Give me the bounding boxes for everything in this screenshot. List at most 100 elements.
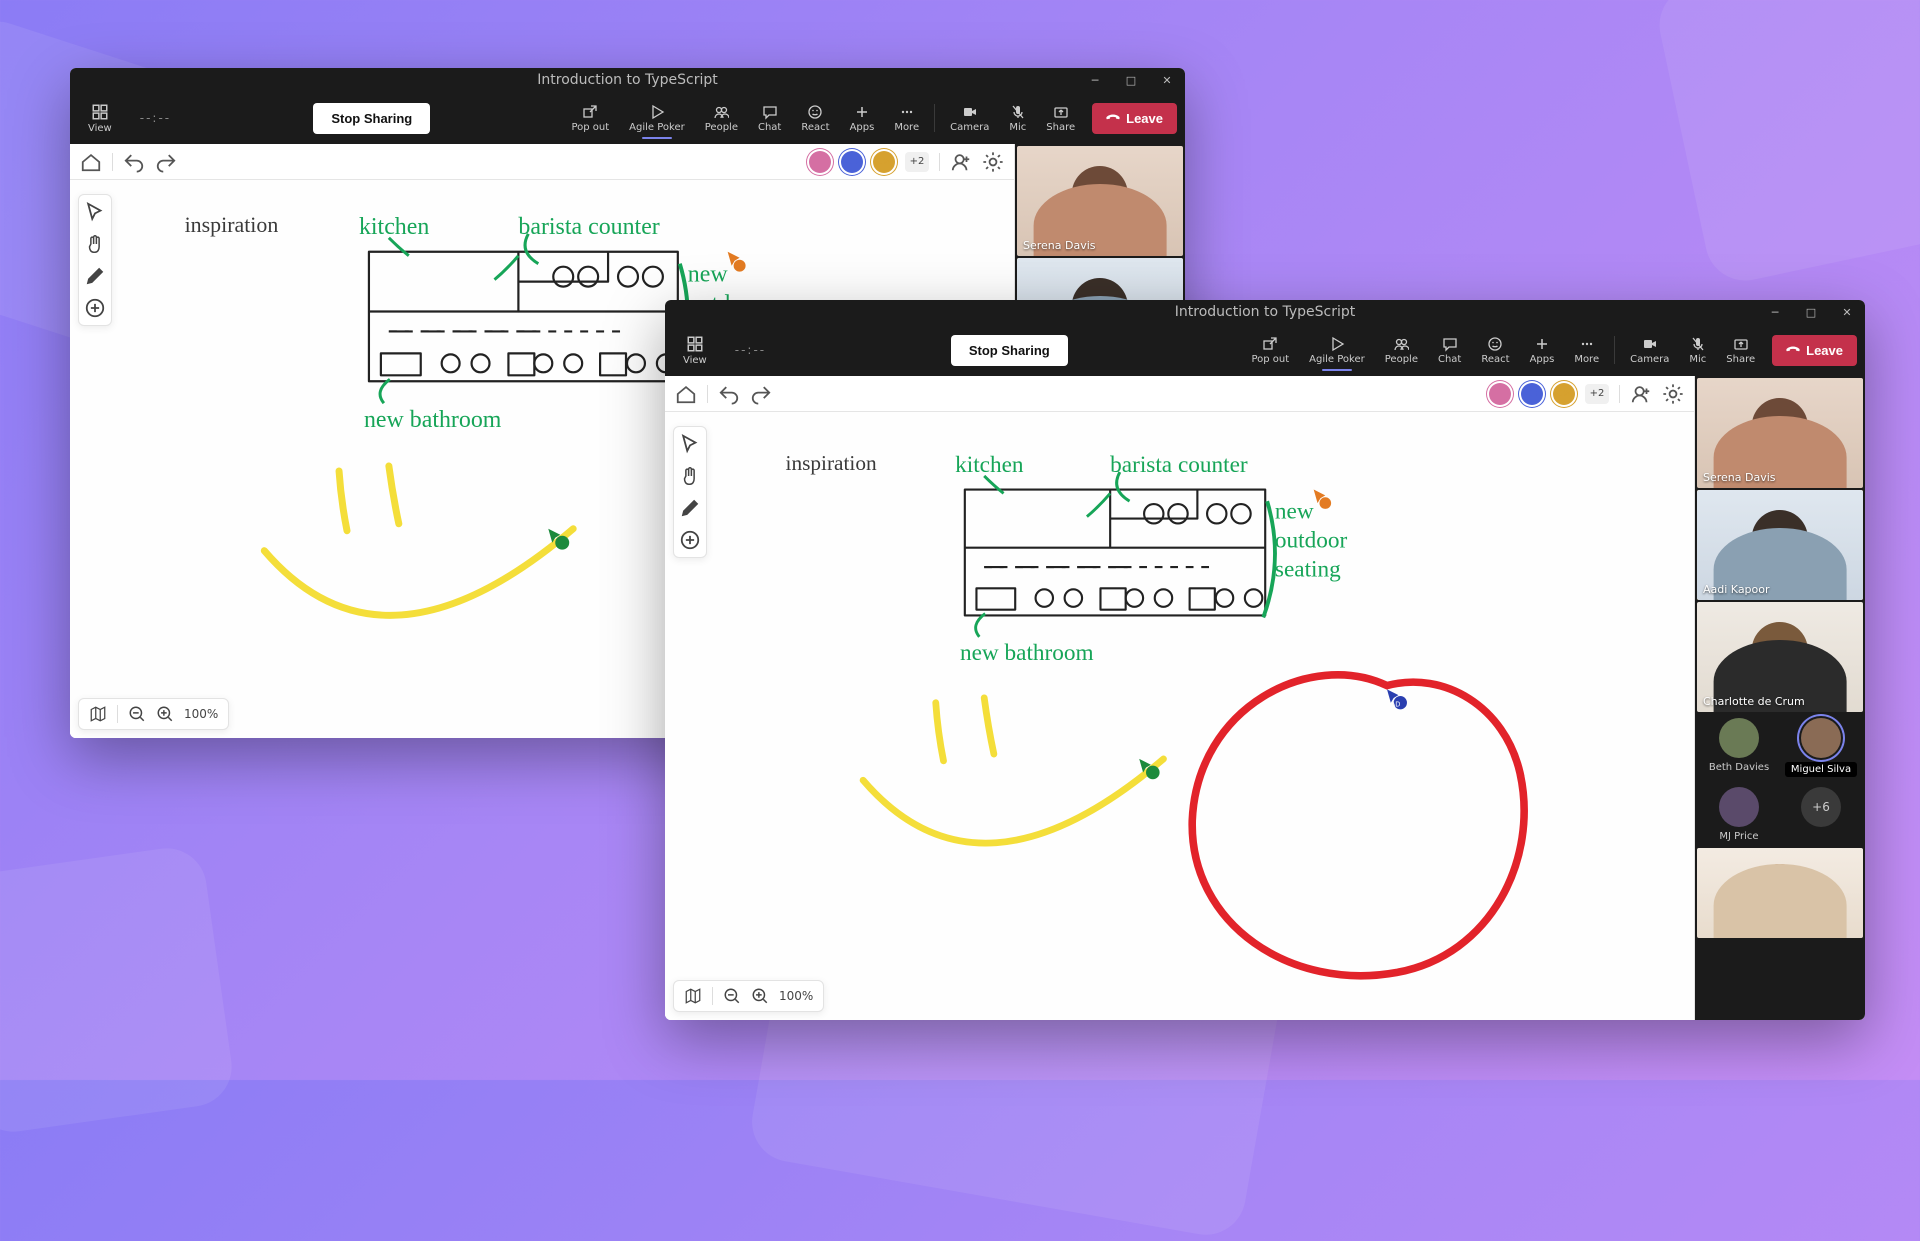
chat-icon: [1442, 336, 1458, 352]
participant-tile[interactable]: Aadi Kapoor: [1697, 490, 1863, 600]
apps-button[interactable]: Apps: [841, 100, 884, 137]
whiteboard-area: CB CW +2: [665, 376, 1695, 1020]
presence-avatar[interactable]: CB: [1521, 383, 1543, 405]
stop-sharing-button[interactable]: Stop Sharing: [313, 103, 430, 134]
react-button[interactable]: React: [792, 100, 838, 137]
grid-icon: [686, 335, 704, 353]
whiteboard-canvas[interactable]: 100%: [665, 412, 1694, 1020]
camera-button[interactable]: Camera: [1621, 332, 1678, 369]
camera-button[interactable]: Camera: [941, 100, 998, 137]
plus-icon: [854, 104, 870, 120]
home-button[interactable]: [675, 383, 697, 405]
participant-name: Beth Davies: [1709, 762, 1769, 773]
people-button[interactable]: People: [1376, 332, 1427, 369]
window-title: Introduction to TypeScript: [1175, 304, 1356, 320]
participant-small[interactable]: Beth Davies: [1701, 718, 1777, 777]
window-close[interactable]: ✕: [1149, 68, 1185, 92]
window-minimize[interactable]: ─: [1077, 68, 1113, 92]
window-maximize[interactable]: □: [1793, 300, 1829, 324]
presence-avatar[interactable]: CB: [841, 151, 863, 173]
presence-overflow[interactable]: +2: [905, 152, 929, 172]
zoom-bar: 100%: [78, 698, 229, 730]
chat-button[interactable]: Chat: [749, 100, 790, 137]
participant-tile[interactable]: [1697, 848, 1863, 938]
view-button[interactable]: View: [673, 331, 717, 370]
leave-button[interactable]: Leave: [1772, 335, 1857, 366]
titlebar: Introduction to TypeScript ─ □ ✕: [70, 68, 1185, 92]
participant-tile[interactable]: Charlotte de Crum: [1697, 602, 1863, 712]
redo-button[interactable]: [155, 151, 177, 173]
participant-tile[interactable]: Serena Davis: [1017, 146, 1183, 256]
popout-icon: [1262, 336, 1278, 352]
window-close[interactable]: ✕: [1829, 300, 1865, 324]
agile-poker-button[interactable]: Agile Poker: [620, 100, 694, 137]
whiteboard-toolbar: CB CW +2: [665, 376, 1694, 412]
participant-roster: Serena Davis Aadi Kapoor Charlotte de Cr…: [1695, 376, 1865, 1020]
zoom-level: 100%: [779, 989, 813, 1003]
share-icon: [1733, 336, 1749, 352]
participant-name: MJ Price: [1719, 831, 1758, 842]
window-minimize[interactable]: ─: [1757, 300, 1793, 324]
agile-poker-button[interactable]: Agile Poker: [1300, 332, 1374, 369]
settings-button[interactable]: [982, 151, 1004, 173]
meeting-timer: --:--: [725, 343, 776, 357]
avatar: [1719, 718, 1759, 758]
undo-button[interactable]: [123, 151, 145, 173]
meeting-toolbar: View --:-- Stop Sharing Pop out Agile Po…: [70, 92, 1185, 144]
camera-icon: [962, 104, 978, 120]
zoom-out-button[interactable]: [128, 705, 146, 723]
mic-button[interactable]: Mic: [1680, 332, 1715, 369]
leave-button[interactable]: Leave: [1092, 103, 1177, 134]
people-button[interactable]: People: [696, 100, 747, 137]
zoom-out-button[interactable]: [723, 987, 741, 1005]
popout-button[interactable]: Pop out: [562, 100, 618, 137]
titlebar: Introduction to TypeScript ─ □ ✕: [665, 300, 1865, 324]
chat-button[interactable]: Chat: [1429, 332, 1470, 369]
avatar: +6: [1801, 787, 1841, 827]
add-user-button[interactable]: [1630, 383, 1652, 405]
presence-avatar[interactable]: [809, 151, 831, 173]
play-icon: [1329, 336, 1345, 352]
react-button[interactable]: React: [1472, 332, 1518, 369]
add-user-button[interactable]: [950, 151, 972, 173]
participant-small[interactable]: MJ Price: [1701, 787, 1777, 842]
view-button[interactable]: View: [78, 99, 122, 138]
react-icon: [807, 104, 823, 120]
window-maximize[interactable]: □: [1113, 68, 1149, 92]
people-icon: [1393, 336, 1409, 352]
camera-icon: [1642, 336, 1658, 352]
apps-button[interactable]: Apps: [1521, 332, 1564, 369]
share-button[interactable]: Share: [1037, 100, 1084, 137]
settings-button[interactable]: [1662, 383, 1684, 405]
zoom-in-button[interactable]: [751, 987, 769, 1005]
more-button[interactable]: More: [1565, 332, 1608, 369]
presence-avatar[interactable]: CW: [1553, 383, 1575, 405]
home-button[interactable]: [80, 151, 102, 173]
participant-name: Charlotte de Crum: [1703, 695, 1805, 708]
redo-button[interactable]: [750, 383, 772, 405]
phone-icon: [1783, 340, 1803, 360]
participant-tooltip: Miguel Silva: [1785, 762, 1857, 777]
plus-icon: [1534, 336, 1550, 352]
dots-icon: [1579, 336, 1595, 352]
participant-overflow[interactable]: +6: [1783, 787, 1859, 842]
participant-tile[interactable]: Serena Davis: [1697, 378, 1863, 488]
presence-avatar[interactable]: [1489, 383, 1511, 405]
minimap-button[interactable]: [89, 705, 107, 723]
share-button[interactable]: Share: [1717, 332, 1764, 369]
presence-overflow[interactable]: +2: [1585, 384, 1609, 404]
more-button[interactable]: More: [885, 100, 928, 137]
mic-button[interactable]: Mic: [1000, 100, 1035, 137]
presence-avatar[interactable]: CW: [873, 151, 895, 173]
react-icon: [1487, 336, 1503, 352]
zoom-in-button[interactable]: [156, 705, 174, 723]
undo-button[interactable]: [718, 383, 740, 405]
view-label: View: [683, 355, 707, 366]
zoom-bar: 100%: [673, 980, 824, 1012]
window-title: Introduction to TypeScript: [537, 72, 718, 88]
popout-button[interactable]: Pop out: [1242, 332, 1298, 369]
stop-sharing-button[interactable]: Stop Sharing: [951, 335, 1068, 366]
participant-small[interactable]: Miguel Silva: [1783, 718, 1859, 777]
participant-video: [1697, 848, 1863, 938]
minimap-button[interactable]: [684, 987, 702, 1005]
